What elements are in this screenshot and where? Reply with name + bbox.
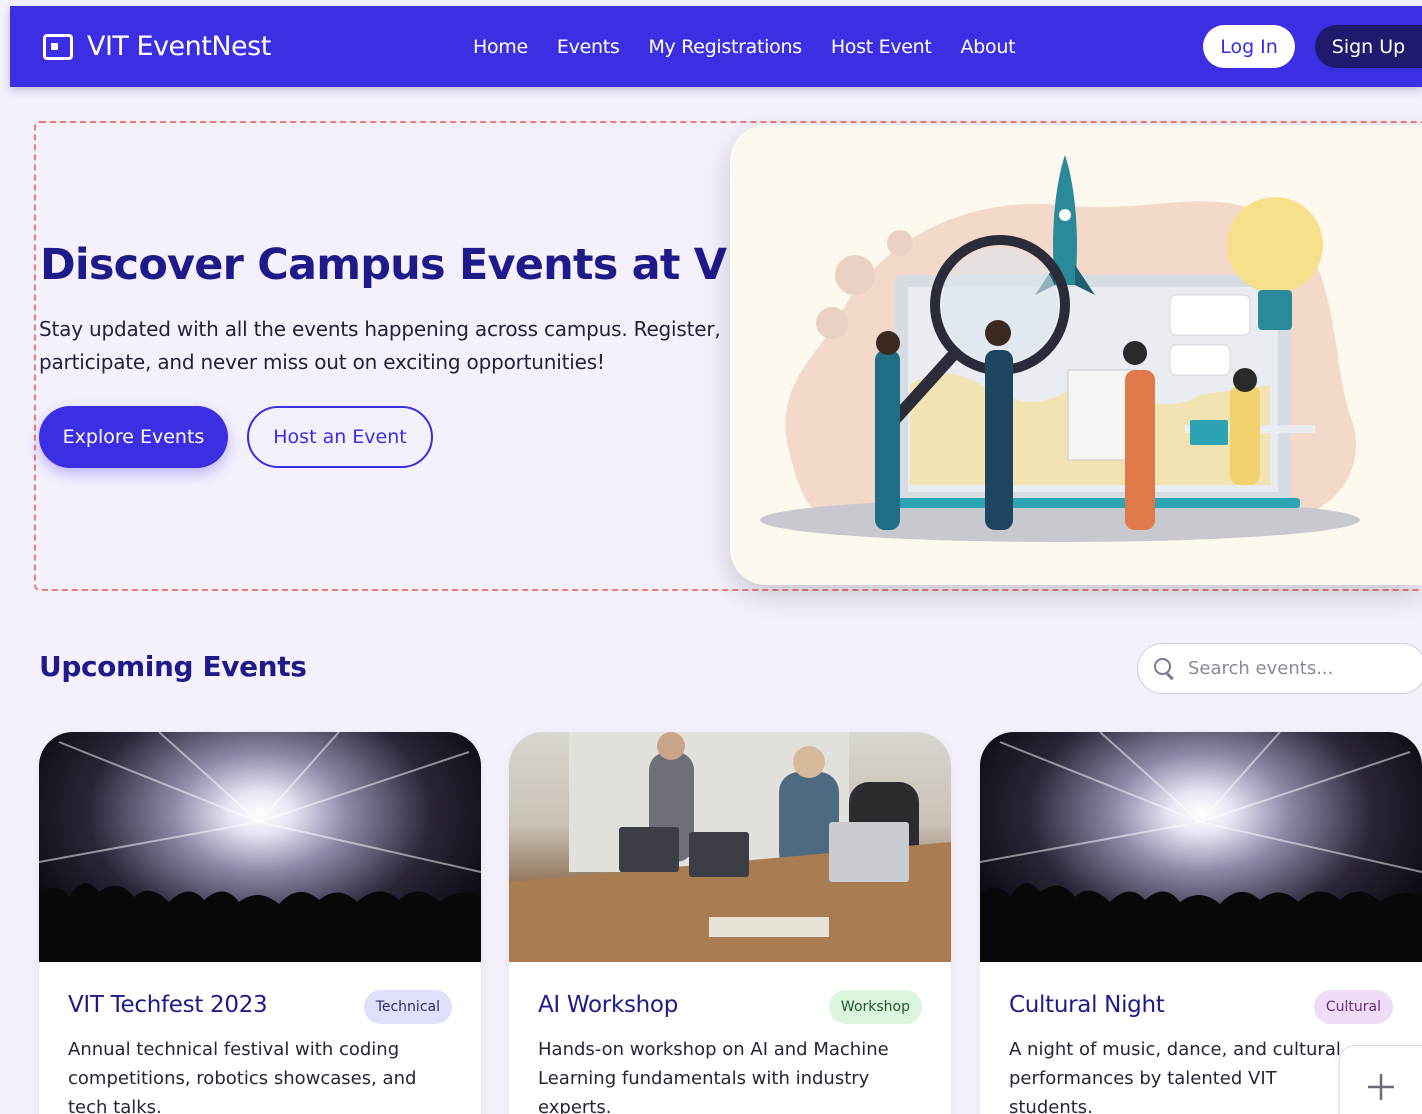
category-badge: Workshop [828, 990, 922, 1024]
nav-link-about[interactable]: About [961, 36, 1016, 58]
nav-link-my-registrations[interactable]: My Registrations [648, 36, 802, 58]
event-description: A night of music, dance, and cultural pe… [1009, 1039, 1341, 1114]
upcoming-events-title: Upcoming Events [39, 650, 307, 683]
brand-name: VIT EventNest [87, 31, 271, 62]
event-title: VIT Techfest 2023 [68, 992, 268, 1018]
search-input[interactable] [1188, 658, 1398, 679]
signup-button[interactable]: Sign Up [1315, 25, 1422, 68]
hero-subtitle: Stay updated with all the events happeni… [39, 317, 721, 374]
host-event-button[interactable]: Host an Event [247, 406, 433, 468]
plus-icon [1368, 1074, 1394, 1100]
search-box [1137, 643, 1422, 694]
event-card[interactable]: VIT Techfest 2023 Technical Annual techn… [39, 732, 481, 1114]
workshop-meeting-image [509, 732, 951, 962]
concert-crowd-image [39, 732, 481, 962]
event-image [509, 732, 951, 962]
concert-crowd-image [980, 732, 1422, 962]
event-title: Cultural Night [1009, 992, 1165, 1018]
hero-title: Discover Campus Events at VIT [40, 240, 771, 290]
login-button[interactable]: Log In [1203, 25, 1295, 68]
hero-illustration [730, 125, 1422, 585]
category-badge: Cultural [1313, 990, 1393, 1024]
event-title: AI Workshop [538, 992, 679, 1018]
nav-links: Home Events My Registrations Host Event … [473, 6, 1016, 87]
nav-link-home[interactable]: Home [473, 36, 528, 58]
nav-link-events[interactable]: Events [557, 36, 620, 58]
event-description: Hands-on workshop on AI and Machine Lear… [538, 1039, 889, 1114]
add-button[interactable] [1339, 1045, 1422, 1114]
team-discovery-illustration [760, 155, 1360, 542]
event-image [39, 732, 481, 962]
brand[interactable]: VIT EventNest [43, 6, 271, 87]
search-icon [1154, 657, 1176, 680]
explore-events-button[interactable]: Explore Events [39, 406, 228, 468]
event-description: Annual technical festival with coding co… [68, 1039, 417, 1114]
navbar: VIT EventNest Home Events My Registratio… [10, 6, 1422, 87]
event-card[interactable]: AI Workshop Workshop Hands-on workshop o… [509, 732, 951, 1114]
calendar-icon [43, 33, 73, 60]
event-image [980, 732, 1422, 962]
nav-link-host-event[interactable]: Host Event [831, 36, 932, 58]
category-badge: Technical [363, 990, 452, 1024]
